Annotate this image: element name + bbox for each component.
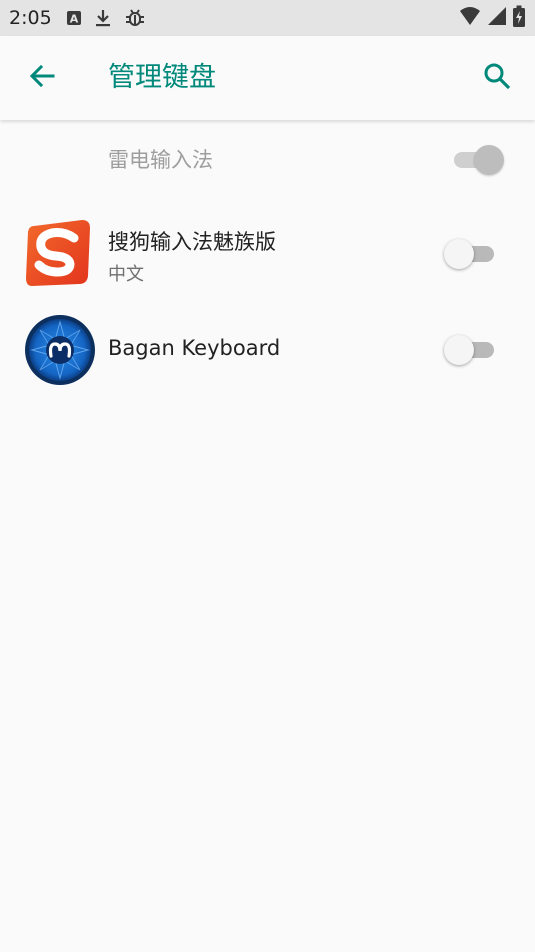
a-box-icon: A [66,10,82,26]
keyboard-toggle-leidian[interactable] [452,144,506,176]
keyboard-name: Bagan Keyboard [108,336,281,360]
keyboard-row-sogou[interactable]: 搜狗输入法魅族版 中文 [0,208,535,298]
keyboard-row-bagan[interactable]: Bagan Keyboard [0,306,535,396]
svg-text:A: A [69,13,78,26]
keyboard-name: 搜狗输入法魅族版 [108,230,276,254]
wifi-icon [459,6,481,30]
search-icon [482,61,512,95]
status-bar: 2:05 A [0,0,535,36]
signal-icon [487,6,507,30]
bagan-logo-icon [24,314,95,385]
battery-charging-icon [513,5,525,31]
app-bar: 管理键盘 [0,36,535,120]
keyboard-language: 中文 [108,264,144,285]
back-button[interactable] [22,58,62,98]
status-time: 2:05 [9,7,52,29]
keyboard-row-leidian: 雷电输入法 [0,122,535,198]
download-icon [94,8,112,28]
bug-icon [124,7,146,29]
sogou-logo-icon [24,218,94,288]
arrow-back-icon [28,62,56,94]
search-button[interactable] [477,58,517,98]
page-title: 管理键盘 [108,62,216,93]
keyboard-toggle-sogou[interactable] [444,238,498,270]
keyboard-toggle-bagan[interactable] [444,334,498,366]
keyboard-name: 雷电输入法 [108,148,213,172]
